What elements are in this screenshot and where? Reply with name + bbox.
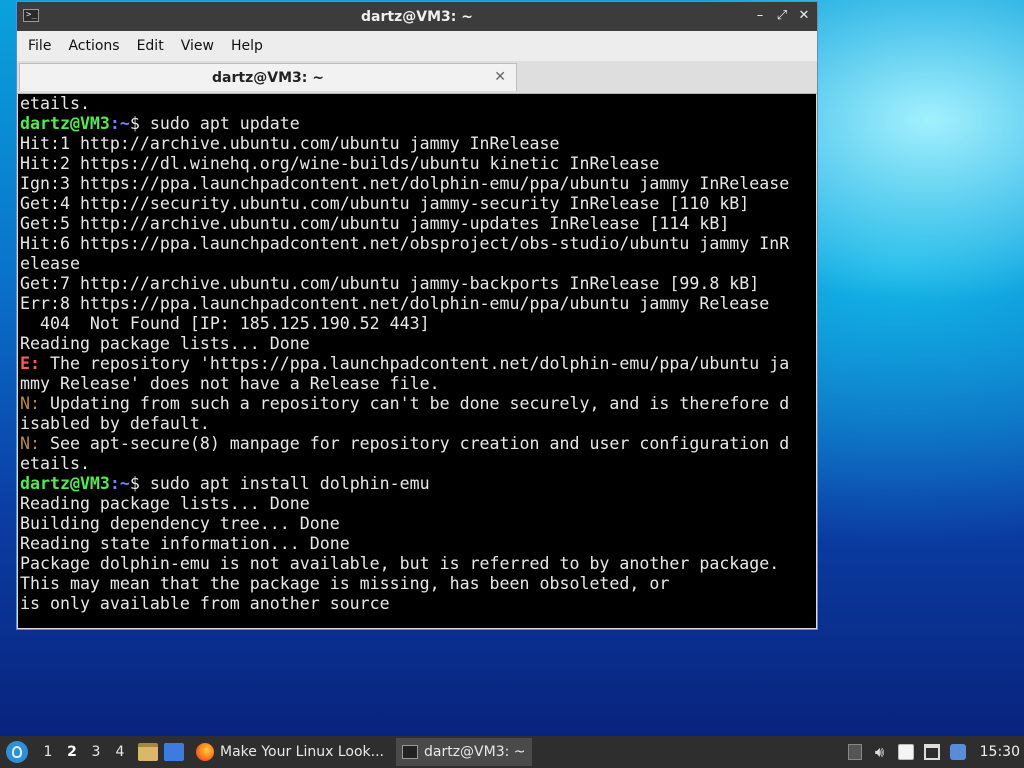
line-text: See apt-secure(8) manpage for repository… — [39, 434, 790, 453]
notice-tag: N: — [20, 394, 40, 413]
terminal-line: isabled by default. — [20, 414, 816, 434]
workspace-3[interactable]: 3 — [84, 744, 108, 760]
file-manager-icon[interactable] — [138, 743, 158, 761]
error-tag: E: — [20, 354, 40, 373]
line-text: Hit:1 http://archive.ubuntu.com/ubuntu j… — [20, 134, 560, 153]
terminal-line: Building dependency tree... Done — [20, 514, 816, 534]
line-text: 404 Not Found [IP: 185.125.190.52 443] — [20, 314, 430, 333]
clock[interactable]: 15:30 — [980, 744, 1020, 760]
workspace-4[interactable]: 4 — [108, 744, 132, 760]
line-text: Hit:2 https://dl.winehq.org/wine-builds/… — [20, 154, 660, 173]
window-titlebar[interactable]: >_ dartz@VM3: ~ – ⤢ ✕ — [17, 2, 817, 31]
terminal-line: Get:7 http://archive.ubuntu.com/ubuntu j… — [20, 274, 816, 294]
terminal-line: 404 Not Found [IP: 185.125.190.52 443] — [20, 314, 816, 334]
terminal-line: N: See apt-secure(8) manpage for reposit… — [20, 434, 816, 454]
tray-scroll-icon[interactable] — [847, 744, 862, 760]
line-text: Hit:6 https://ppa.launchpadcontent.net/o… — [20, 234, 790, 253]
network-icon[interactable] — [923, 744, 940, 760]
terminal-line: mmy Release' does not have a Release fil… — [20, 374, 816, 394]
terminal-line: Hit:2 https://dl.winehq.org/wine-builds/… — [20, 154, 816, 174]
tab-terminal[interactable]: dartz@VM3: ~ ✕ — [19, 63, 517, 91]
terminal-line: etails. — [20, 94, 816, 114]
prompt-path: :~ — [109, 474, 130, 493]
line-text: Get:7 http://archive.ubuntu.com/ubuntu j… — [20, 274, 760, 293]
volume-icon[interactable]: 🔊︎ — [872, 744, 888, 760]
show-desktop-icon[interactable] — [164, 743, 184, 761]
task-terminal-label: dartz@VM3: ~ — [423, 744, 526, 760]
terminal-line: elease — [20, 254, 816, 274]
task-firefox[interactable]: Make Your Linux Look... — [190, 738, 390, 766]
line-text: Reading package lists... Done — [20, 494, 310, 513]
workspace-2[interactable]: 2 — [60, 744, 84, 760]
terminal-line: Ign:3 https://ppa.launchpadcontent.net/d… — [20, 174, 816, 194]
prompt-command: $ sudo apt install dolphin-emu — [129, 474, 430, 493]
notice-tag: N: — [20, 434, 40, 453]
terminal-lines: etails. dartz@VM3:~$ sudo apt update Hit:1… — [18, 94, 816, 614]
firefox-icon — [196, 743, 214, 761]
terminal-line: E: The repository 'https://ppa.launchpad… — [20, 354, 816, 374]
menu-file[interactable]: File — [21, 38, 58, 54]
terminal-line: Reading state information... Done — [20, 534, 816, 554]
terminal-line: dartz@VM3:~$ sudo apt update — [20, 114, 816, 134]
close-button[interactable]: ✕ — [797, 7, 811, 25]
terminal-line: Package dolphin-emu is not available, bu… — [20, 554, 816, 574]
menu-view[interactable]: View — [174, 38, 221, 54]
line-text: elease — [20, 254, 80, 273]
terminal-line: N: Updating from such a repository can't… — [20, 394, 816, 414]
terminal-line: Reading package lists... Done — [20, 494, 816, 514]
line-text: etails. — [20, 94, 90, 113]
line-text: Building dependency tree... Done — [20, 514, 340, 533]
menu-actions[interactable]: Actions — [61, 38, 126, 54]
task-terminal[interactable]: dartz@VM3: ~ — [395, 738, 532, 766]
clipboard-icon[interactable] — [897, 744, 914, 760]
line-text: Ign:3 https://ppa.launchpadcontent.net/d… — [20, 174, 790, 193]
line-text: The repository 'https://ppa.launchpadcon… — [39, 354, 790, 373]
tab-label: dartz@VM3: ~ — [212, 69, 324, 86]
line-text: is only available from another source — [20, 594, 390, 613]
line-text: Package dolphin-emu is not available, bu… — [20, 554, 780, 573]
prompt-command: $ sudo apt update — [129, 114, 300, 133]
line-text: Get:5 http://archive.ubuntu.com/ubuntu j… — [20, 214, 730, 233]
line-text: mmy Release' does not have a Release fil… — [20, 374, 440, 393]
minimize-button[interactable]: – — [753, 7, 767, 25]
start-menu-icon[interactable] — [6, 741, 28, 763]
line-text: Get:4 http://security.ubuntu.com/ubuntu … — [20, 194, 750, 213]
line-text: isabled by default. — [20, 414, 210, 433]
terminal-output[interactable]: etails. dartz@VM3:~$ sudo apt update Hit:1… — [18, 94, 816, 628]
prompt-user: dartz@VM3 — [20, 474, 110, 493]
line-text: Reading state information... Done — [20, 534, 350, 553]
window-title: dartz@VM3: ~ — [361, 8, 473, 25]
terminal-line: Reading package lists... Done — [20, 334, 816, 354]
line-text: This may mean that the package is missin… — [20, 574, 670, 593]
line-text: etails. — [20, 454, 90, 473]
menu-bar: File Actions Edit View Help — [17, 31, 817, 61]
terminal-line: Hit:1 http://archive.ubuntu.com/ubuntu j… — [20, 134, 816, 154]
terminal-line: dartz@VM3:~$ sudo apt install dolphin-em… — [20, 474, 816, 494]
prompt-path: :~ — [109, 114, 130, 133]
terminal-line: is only available from another source — [20, 594, 816, 614]
line-text: Updating from such a repository can't be… — [39, 394, 790, 413]
terminal-line: This may mean that the package is missin… — [20, 574, 816, 594]
terminal-icon — [401, 745, 418, 759]
maximize-button[interactable]: ⤢ — [775, 7, 789, 25]
system-tray: 🔊︎ 15:30 — [847, 744, 1024, 760]
update-notifier-icon[interactable] — [949, 744, 966, 760]
terminal-line: Hit:6 https://ppa.launchpadcontent.net/o… — [20, 234, 816, 254]
workspace-1[interactable]: 1 — [36, 744, 60, 760]
terminal-line: Get:4 http://security.ubuntu.com/ubuntu … — [20, 194, 816, 214]
line-text: Reading package lists... Done — [20, 334, 310, 353]
terminal-window: >_ dartz@VM3: ~ – ⤢ ✕ File Actions Edit … — [16, 1, 818, 630]
prompt-user: dartz@VM3 — [20, 114, 110, 133]
task-firefox-label: Make Your Linux Look... — [220, 744, 384, 760]
menu-help[interactable]: Help — [224, 38, 270, 54]
taskbar: 1 2 3 4 Make Your Linux Look... dartz@VM… — [0, 736, 1024, 768]
terminal-line: Get:5 http://archive.ubuntu.com/ubuntu j… — [20, 214, 816, 234]
terminal-line: etails. — [20, 454, 816, 474]
terminal-line: Err:8 https://ppa.launchpadcontent.net/d… — [20, 294, 816, 314]
tab-bar: dartz@VM3: ~ ✕ — [17, 61, 817, 94]
menu-edit[interactable]: Edit — [130, 38, 171, 54]
line-text: Err:8 https://ppa.launchpadcontent.net/d… — [20, 294, 770, 313]
tab-close-icon[interactable]: ✕ — [494, 69, 506, 85]
